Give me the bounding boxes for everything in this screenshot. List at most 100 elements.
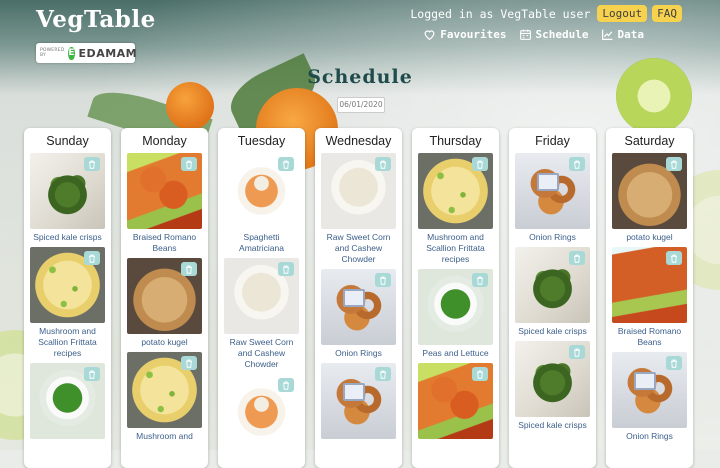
meal-image[interactable] xyxy=(612,247,687,323)
meal-image[interactable] xyxy=(321,269,396,345)
meal-card xyxy=(30,363,105,439)
meal-card: potato kugel xyxy=(612,153,687,243)
trash-icon xyxy=(380,370,386,379)
delete-meal-button[interactable] xyxy=(278,378,294,392)
meal-name-link[interactable]: Braised Romano Beans xyxy=(127,232,202,254)
delete-meal-button[interactable] xyxy=(375,367,391,381)
meal-image[interactable] xyxy=(515,247,590,323)
meal-image[interactable] xyxy=(612,153,687,229)
delete-meal-button[interactable] xyxy=(278,262,294,276)
meal-card: Mushroom and Scallion Frittata recipes xyxy=(30,247,105,359)
delete-meal-button[interactable] xyxy=(666,157,682,171)
calendar-icon xyxy=(519,29,531,40)
meal-card: Spiced kale crisps xyxy=(30,153,105,243)
page-title: Schedule xyxy=(307,66,413,88)
day-heading: Wednesday xyxy=(325,134,392,148)
meal-image[interactable] xyxy=(418,363,493,439)
meal-image[interactable] xyxy=(321,153,396,229)
delete-meal-button[interactable] xyxy=(666,356,682,370)
meal-image[interactable] xyxy=(30,153,105,229)
meal-image[interactable] xyxy=(515,153,590,229)
day-heading: Tuesday xyxy=(237,134,286,148)
app-logo[interactable]: VegTable xyxy=(36,6,156,33)
delete-meal-button[interactable] xyxy=(569,345,585,359)
delete-meal-button[interactable] xyxy=(181,356,197,370)
meal-name-link[interactable]: Onion Rings xyxy=(612,431,687,442)
meal-name-link[interactable]: potato kugel xyxy=(612,232,687,243)
powered-by-text: POWERED BY xyxy=(40,48,65,58)
meal-image[interactable] xyxy=(224,258,299,334)
delete-meal-button[interactable] xyxy=(84,251,100,265)
meal-name-link[interactable]: Raw Sweet Corn and Cashew Chowder xyxy=(224,337,299,370)
meal-name-link[interactable]: potato kugel xyxy=(127,337,202,348)
schedule-date[interactable]: 06/01/2020 xyxy=(337,97,385,113)
meal-name-link[interactable]: Raw Sweet Corn and Cashew Chowder xyxy=(321,232,396,265)
meal-name-link[interactable]: Spiced kale crisps xyxy=(515,420,590,431)
day-heading: Friday xyxy=(535,134,570,148)
main-nav: Favourites Schedule Data xyxy=(423,28,644,41)
delete-meal-button[interactable] xyxy=(278,157,294,171)
delete-meal-button[interactable] xyxy=(375,273,391,287)
meal-image[interactable] xyxy=(224,374,299,450)
meal-image[interactable] xyxy=(30,247,105,323)
delete-meal-button[interactable] xyxy=(472,367,488,381)
trash-icon xyxy=(186,359,192,368)
meal-card: Raw Sweet Corn and Cashew Chowder xyxy=(224,258,299,370)
delete-meal-button[interactable] xyxy=(84,157,100,171)
meal-card xyxy=(224,374,299,450)
meal-image[interactable] xyxy=(418,269,493,345)
meal-name-link[interactable]: Braised Romano Beans xyxy=(612,326,687,348)
day-column-saturday: Saturday potato kugel Braised Romano Beans… xyxy=(606,128,693,468)
week-schedule: Sunday Spiced kale crisps Mushroom and Sca… xyxy=(24,128,693,468)
trash-icon xyxy=(186,160,192,169)
meal-image[interactable] xyxy=(612,352,687,428)
nav-data[interactable]: Data xyxy=(601,28,644,41)
meal-name-link[interactable]: Mushroom and Scallion Frittata recipes xyxy=(418,232,493,265)
nav-favourites[interactable]: Favourites xyxy=(423,28,507,41)
faq-button[interactable]: FAQ xyxy=(652,5,682,22)
logout-button[interactable]: Logout xyxy=(597,5,648,22)
trash-icon xyxy=(89,160,95,169)
meal-card xyxy=(418,363,493,439)
meal-image[interactable] xyxy=(515,341,590,417)
meal-name-link[interactable]: Spiced kale crisps xyxy=(30,232,105,243)
trash-icon xyxy=(671,160,677,169)
edamam-name: EDAMAM xyxy=(78,46,138,60)
delete-meal-button[interactable] xyxy=(472,273,488,287)
trash-icon xyxy=(671,254,677,263)
delete-meal-button[interactable] xyxy=(569,157,585,171)
meal-card: Raw Sweet Corn and Cashew Chowder xyxy=(321,153,396,265)
meal-image[interactable] xyxy=(321,363,396,439)
nav-schedule[interactable]: Schedule xyxy=(519,28,589,41)
meal-name-link[interactable]: Peas and Lettuce xyxy=(418,348,493,359)
meal-card: Peas and Lettuce xyxy=(418,269,493,359)
trash-icon xyxy=(477,160,483,169)
trash-icon xyxy=(574,348,580,357)
delete-meal-button[interactable] xyxy=(472,157,488,171)
meal-name-link[interactable]: Spiced kale crisps xyxy=(515,326,590,337)
meal-card: Spaghetti Amatriciana xyxy=(224,153,299,254)
day-heading: Thursday xyxy=(429,134,482,148)
edamam-badge[interactable]: POWERED BY E EDAMAM xyxy=(36,43,138,63)
heart-icon xyxy=(424,30,435,41)
delete-meal-button[interactable] xyxy=(181,157,197,171)
meal-image[interactable] xyxy=(127,153,202,229)
meal-name-link[interactable]: Mushroom and xyxy=(127,431,202,442)
meal-image[interactable] xyxy=(127,258,202,334)
meal-name-link[interactable]: Mushroom and Scallion Frittata recipes xyxy=(30,326,105,359)
trash-icon xyxy=(89,254,95,263)
meal-name-link[interactable]: Onion Rings xyxy=(321,348,396,359)
meal-image[interactable] xyxy=(224,153,299,229)
meal-name-link[interactable]: Spaghetti Amatriciana xyxy=(224,232,299,254)
delete-meal-button[interactable] xyxy=(84,367,100,381)
meal-image[interactable] xyxy=(418,153,493,229)
delete-meal-button[interactable] xyxy=(181,262,197,276)
delete-meal-button[interactable] xyxy=(375,157,391,171)
delete-meal-button[interactable] xyxy=(569,251,585,265)
logged-in-text: Logged in as VegTable user xyxy=(410,6,591,21)
meal-image[interactable] xyxy=(127,352,202,428)
delete-meal-button[interactable] xyxy=(666,251,682,265)
meal-image[interactable] xyxy=(30,363,105,439)
meal-name-link[interactable]: Onion Rings xyxy=(515,232,590,243)
meal-card: Onion Rings xyxy=(321,269,396,359)
